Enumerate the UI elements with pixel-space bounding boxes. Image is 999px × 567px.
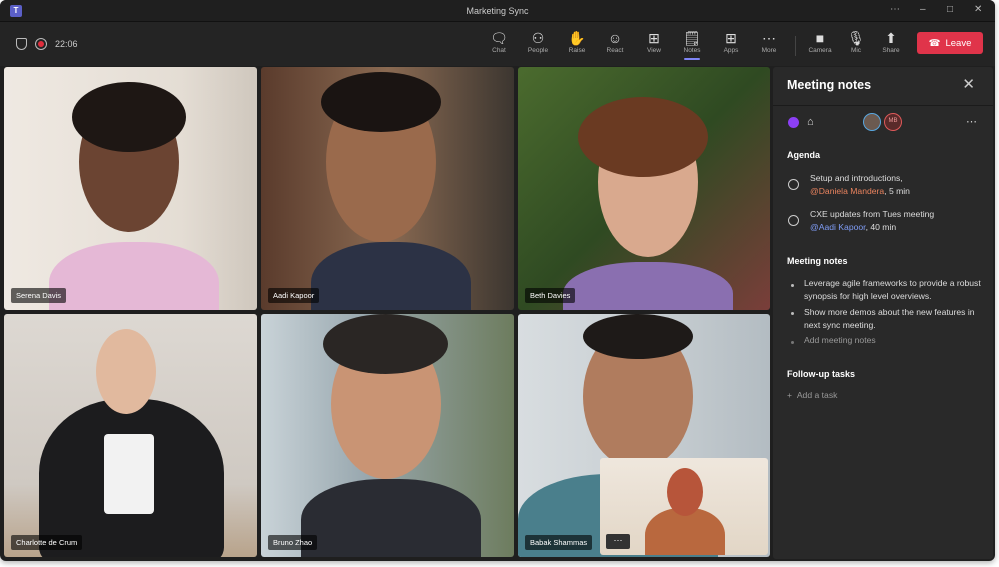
- notes-icon: 🗒: [674, 29, 710, 47]
- leave-button[interactable]: ☎ Leave: [917, 32, 983, 54]
- shield-icon: [16, 38, 27, 50]
- mic-icon: 🎙: [838, 29, 874, 47]
- camera-label: Camera: [802, 47, 838, 54]
- chat-icon: 🗨: [481, 29, 517, 47]
- chat-label: Chat: [481, 47, 517, 54]
- people-button[interactable]: ⚇People: [520, 29, 556, 54]
- apps-label: Apps: [713, 47, 749, 54]
- raise-button[interactable]: ✋Raise: [559, 29, 595, 54]
- participant-name: Beth Davies: [525, 288, 575, 303]
- recording-icon: [35, 38, 47, 50]
- self-view[interactable]: ⋯: [600, 458, 768, 555]
- loop-icon: [788, 117, 799, 128]
- participant-name: Aadi Kapoor: [268, 288, 319, 303]
- teams-meeting-window: T Marketing Sync ⋯ – □ ✕ 22:06 🗨Chat ⚇Pe…: [0, 0, 995, 561]
- people-label: People: [520, 47, 556, 54]
- smiley-icon: ☺: [597, 29, 633, 47]
- maximize-button[interactable]: □: [947, 4, 953, 15]
- video-tile[interactable]: Serena Davis: [4, 67, 257, 310]
- share-icon: ⬆: [873, 29, 909, 47]
- video-tile[interactable]: Bruno Zhao: [261, 314, 514, 557]
- avatar[interactable]: [863, 113, 881, 131]
- meeting-timer: 22:06: [55, 39, 78, 49]
- mic-label: Mic: [838, 47, 874, 54]
- mic-button[interactable]: 🎙Mic: [838, 29, 874, 54]
- hand-icon: ✋: [559, 29, 595, 47]
- participant-name: Bruno Zhao: [268, 535, 317, 550]
- close-panel-button[interactable]: ✕: [962, 75, 975, 93]
- panel-divider: [773, 105, 993, 106]
- leave-label: Leave: [945, 38, 971, 49]
- react-label: React: [597, 47, 633, 54]
- close-window-button[interactable]: ✕: [974, 4, 982, 15]
- more-icon: ⋯: [751, 29, 787, 47]
- people-icon: ⚇: [520, 29, 556, 47]
- share-label: Share: [873, 47, 909, 54]
- add-meeting-notes-input[interactable]: Add meeting notes: [804, 334, 876, 347]
- meeting-notes-panel: Meeting notes ✕ ⌂ MB ⋯ Agenda Setup and …: [773, 67, 993, 559]
- plus-icon: +: [787, 390, 792, 400]
- participant-name: Babak Shammas: [525, 535, 592, 550]
- note-item: Leverage agile frameworks to provide a r…: [804, 277, 989, 303]
- title-bar: T Marketing Sync ⋯ – □ ✕: [0, 0, 995, 22]
- apps-button[interactable]: ⊞Apps: [713, 29, 749, 54]
- follow-up-tasks-heading: Follow-up tasks: [787, 369, 855, 379]
- more-button[interactable]: ⋯More: [751, 29, 787, 54]
- agenda-checkbox[interactable]: [788, 215, 799, 226]
- panel-title: Meeting notes: [787, 78, 871, 92]
- camera-icon: ■: [802, 29, 838, 47]
- minimize-button[interactable]: –: [920, 4, 926, 15]
- panel-more-button[interactable]: ⋯: [966, 115, 977, 128]
- agenda-heading: Agenda: [787, 150, 820, 160]
- apps-icon: ⊞: [713, 29, 749, 47]
- react-button[interactable]: ☺React: [597, 29, 633, 54]
- meeting-notes-heading: Meeting notes: [787, 256, 848, 266]
- avatar[interactable]: MB: [884, 113, 902, 131]
- toolbar-divider: [795, 36, 796, 56]
- agenda-item: Setup and introductions,@Daniela Mandera…: [810, 172, 910, 198]
- camera-button[interactable]: ■Camera: [802, 29, 838, 54]
- video-tile[interactable]: Charlotte de Crum: [4, 314, 257, 557]
- view-label: View: [636, 47, 672, 54]
- agenda-checkbox[interactable]: [788, 179, 799, 190]
- chat-button[interactable]: 🗨Chat: [481, 29, 517, 54]
- self-view-more-button[interactable]: ⋯: [606, 534, 630, 549]
- note-item: Show more demos about the new features i…: [804, 306, 979, 332]
- window-more-button[interactable]: ⋯: [890, 4, 900, 15]
- video-tile[interactable]: Beth Davies: [518, 67, 770, 310]
- agenda-item: CXE updates from Tues meeting@Aadi Kapoo…: [810, 208, 934, 234]
- add-task-button[interactable]: + Add a task: [787, 389, 837, 402]
- video-tile[interactable]: Aadi Kapoor: [261, 67, 514, 310]
- notes-button[interactable]: 🗒Notes: [674, 29, 710, 54]
- share-button[interactable]: ⬆Share: [873, 29, 909, 54]
- tag-icon[interactable]: ⌂: [807, 116, 814, 128]
- meeting-toolbar: 22:06 🗨Chat ⚇People ✋Raise ☺React ⊞View …: [0, 22, 995, 66]
- grid-icon: ⊞: [636, 29, 672, 47]
- participant-name: Serena Davis: [11, 288, 66, 303]
- raise-label: Raise: [559, 47, 595, 54]
- view-button[interactable]: ⊞View: [636, 29, 672, 54]
- notes-label: Notes: [674, 47, 710, 54]
- video-tile[interactable]: Babak Shammas ⋯: [518, 314, 770, 557]
- more-label: More: [751, 47, 787, 54]
- participant-name: Charlotte de Crum: [11, 535, 82, 550]
- hang-up-icon: ☎: [929, 38, 941, 49]
- window-title: Marketing Sync: [0, 6, 995, 16]
